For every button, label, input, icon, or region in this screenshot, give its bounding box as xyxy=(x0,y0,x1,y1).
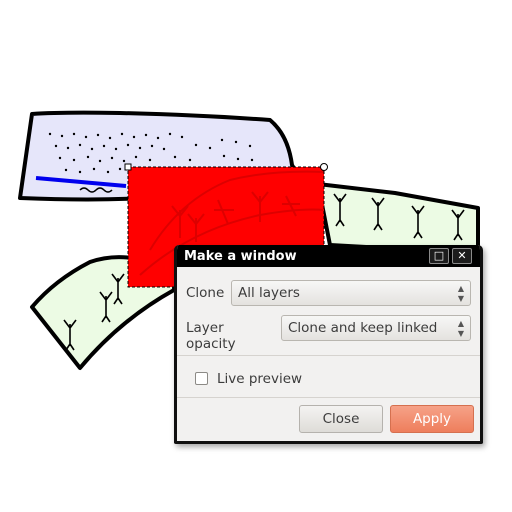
right-band-shape xyxy=(316,182,480,254)
clone-label: Clone xyxy=(186,285,225,301)
make-window-dialog: Make a window □ ✕ Clone All layers ▲ ▼ La… xyxy=(174,245,483,444)
maximize-icon[interactable]: □ xyxy=(429,248,449,264)
dialog-titlebar[interactable]: Make a window □ ✕ xyxy=(177,245,480,267)
live-preview-checkbox[interactable] xyxy=(195,372,208,385)
spinner-arrows-icon: ▲ ▼ xyxy=(457,319,464,338)
selection-handle-tr xyxy=(320,163,328,171)
opacity-select[interactable]: Clone and keep linked ▲ ▼ xyxy=(281,315,471,341)
live-preview-label[interactable]: Live preview xyxy=(217,371,302,387)
clone-select-value: All layers xyxy=(238,285,300,301)
apply-button[interactable]: Apply xyxy=(390,405,474,433)
clone-select[interactable]: All layers ▲ ▼ xyxy=(231,280,471,306)
spinner-arrows-icon: ▲ ▼ xyxy=(457,284,464,303)
selection-handle-tl xyxy=(124,163,132,171)
dialog-title: Make a window xyxy=(184,249,297,264)
opacity-select-value: Clone and keep linked xyxy=(288,320,438,336)
close-icon[interactable]: ✕ xyxy=(452,248,472,264)
separator xyxy=(177,355,480,356)
separator xyxy=(177,397,480,398)
opacity-label: Layer opacity xyxy=(186,320,236,352)
close-button[interactable]: Close xyxy=(299,405,383,433)
